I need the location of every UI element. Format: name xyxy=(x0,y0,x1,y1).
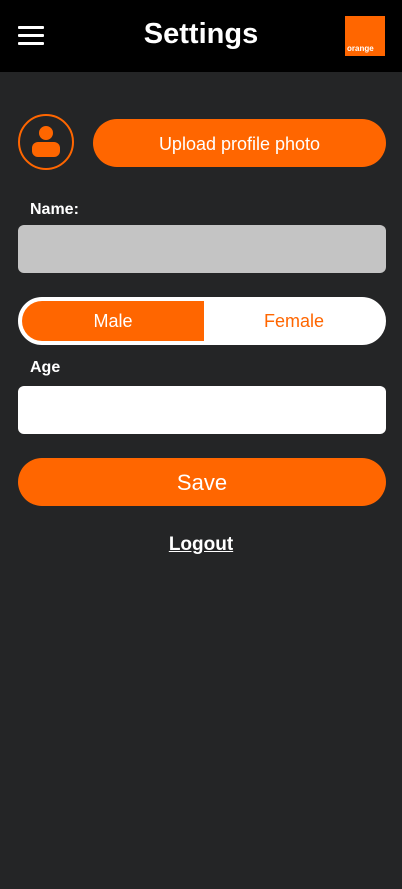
top-bar: Settings orange xyxy=(0,0,402,72)
profile-avatar[interactable] xyxy=(18,114,74,170)
orange-logo: orange xyxy=(345,16,385,56)
name-input[interactable] xyxy=(18,225,386,273)
user-avatar-icon xyxy=(32,126,60,157)
gender-female-option[interactable]: Female xyxy=(204,301,384,341)
logout-link[interactable]: Logout xyxy=(0,533,402,557)
gender-toggle: Male Female xyxy=(18,297,386,345)
age-label: Age xyxy=(30,359,61,376)
page-title: Settings xyxy=(143,18,259,50)
age-input[interactable] xyxy=(18,386,386,434)
upload-profile-photo-button[interactable]: Upload profile photo xyxy=(93,119,386,167)
name-label: Name: xyxy=(30,201,79,218)
logo-text: orange xyxy=(347,44,374,53)
save-button[interactable]: Save xyxy=(18,458,386,506)
gender-male-option[interactable]: Male xyxy=(22,301,204,341)
